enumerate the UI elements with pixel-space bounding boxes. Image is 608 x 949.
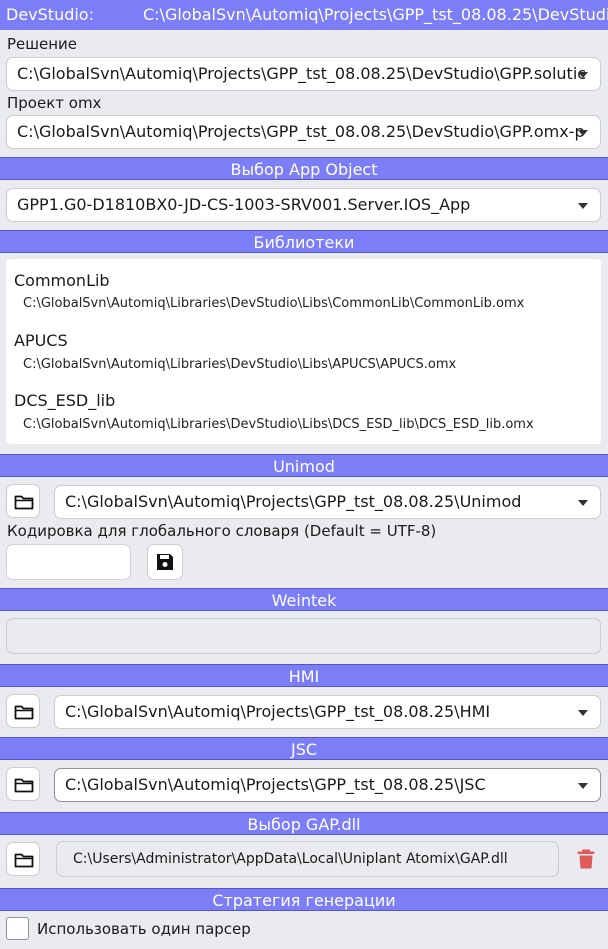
library-path: C:\GlobalSvn\Automiq\Libraries\DevStudio… [23,357,457,372]
chevron-down-icon [578,72,588,78]
chevron-down-icon [578,203,588,209]
folder-icon [14,853,34,868]
chevron-down-icon [578,500,588,506]
window-path: C:\GlobalSvn\Automiq\Projects\GPP_tst_08… [143,5,608,24]
section-header-strategy: Стратегия генерации [0,888,608,911]
gap-dll-browse-button[interactable] [6,842,40,876]
solution-value: C:\GlobalSvn\Automiq\Projects\GPP_tst_08… [17,64,587,83]
unimod-path-combobox[interactable]: C:\GlobalSvn\Automiq\Projects\GPP_tst_08… [54,485,601,519]
section-header-unimod: Unimod [0,454,608,477]
library-path: C:\GlobalSvn\Automiq\Libraries\DevStudio… [23,296,525,311]
library-name: CommonLib [14,271,110,290]
window-app-label: DevStudio: [6,5,94,24]
hmi-browse-button[interactable] [6,694,40,728]
section-header-app-object: Выбор App Object [0,157,608,180]
libraries-list: CommonLib C:\GlobalSvn\Automiq\Libraries… [6,259,601,444]
solution-combobox[interactable]: C:\GlobalSvn\Automiq\Projects\GPP_tst_08… [6,57,601,91]
app-object-combobox[interactable]: GPP1.G0-D1810BX0-JD-CS-1003-SRV001.Serve… [6,188,601,222]
single-parser-label[interactable]: Использовать один парсер [37,920,251,938]
chevron-down-icon [578,710,588,716]
weintek-path-field[interactable] [6,618,601,654]
save-icon [157,554,173,570]
folder-icon [14,778,34,793]
section-header-jsc: JSC [0,737,608,760]
omx-project-combobox[interactable]: C:\GlobalSvn\Automiq\Projects\GPP_tst_08… [6,115,601,149]
encoding-label: Кодировка для глобального словаря (Defau… [7,522,437,540]
omx-project-value: C:\GlobalSvn\Automiq\Projects\GPP_tst_08… [17,122,585,141]
section-header-libraries: Библиотеки [0,230,608,253]
save-encoding-button[interactable] [147,544,183,580]
library-name: DCS_ESD_lib [14,391,116,410]
section-header-hmi: HMI [0,664,608,687]
hmi-path-value: C:\GlobalSvn\Automiq\Projects\GPP_tst_08… [65,702,491,721]
folder-icon [14,705,34,720]
jsc-path-value: C:\GlobalSvn\Automiq\Projects\GPP_tst_08… [65,775,486,794]
hmi-path-combobox[interactable]: C:\GlobalSvn\Automiq\Projects\GPP_tst_08… [54,695,601,729]
gap-dll-path-field[interactable]: C:\Users\Administrator\AppData\Local\Uni… [56,841,559,877]
library-name: APUCS [14,331,68,350]
chevron-down-icon [578,783,588,789]
unimod-path-value: C:\GlobalSvn\Automiq\Projects\GPP_tst_08… [65,492,522,511]
chevron-down-icon [578,130,588,136]
trash-icon [577,849,595,869]
delete-gap-dll-button[interactable] [574,847,598,871]
section-header-gap-dll: Выбор GAP.dll [0,812,608,835]
jsc-path-combobox[interactable]: C:\GlobalSvn\Automiq\Projects\GPP_tst_08… [54,768,601,802]
app-object-value: GPP1.G0-D1810BX0-JD-CS-1003-SRV001.Serve… [17,195,471,214]
jsc-browse-button[interactable] [6,767,40,801]
library-path: C:\GlobalSvn\Automiq\Libraries\DevStudio… [23,417,534,432]
single-parser-checkbox[interactable] [6,917,29,940]
encoding-input[interactable] [6,544,131,580]
window-title-bar: DevStudio: C:\GlobalSvn\Automiq\Projects… [0,0,608,30]
unimod-browse-button[interactable] [6,484,40,518]
solution-label: Решение [7,35,78,53]
folder-icon [14,495,34,510]
section-header-weintek: Weintek [0,588,608,611]
omx-project-label: Проект omx [7,94,102,112]
